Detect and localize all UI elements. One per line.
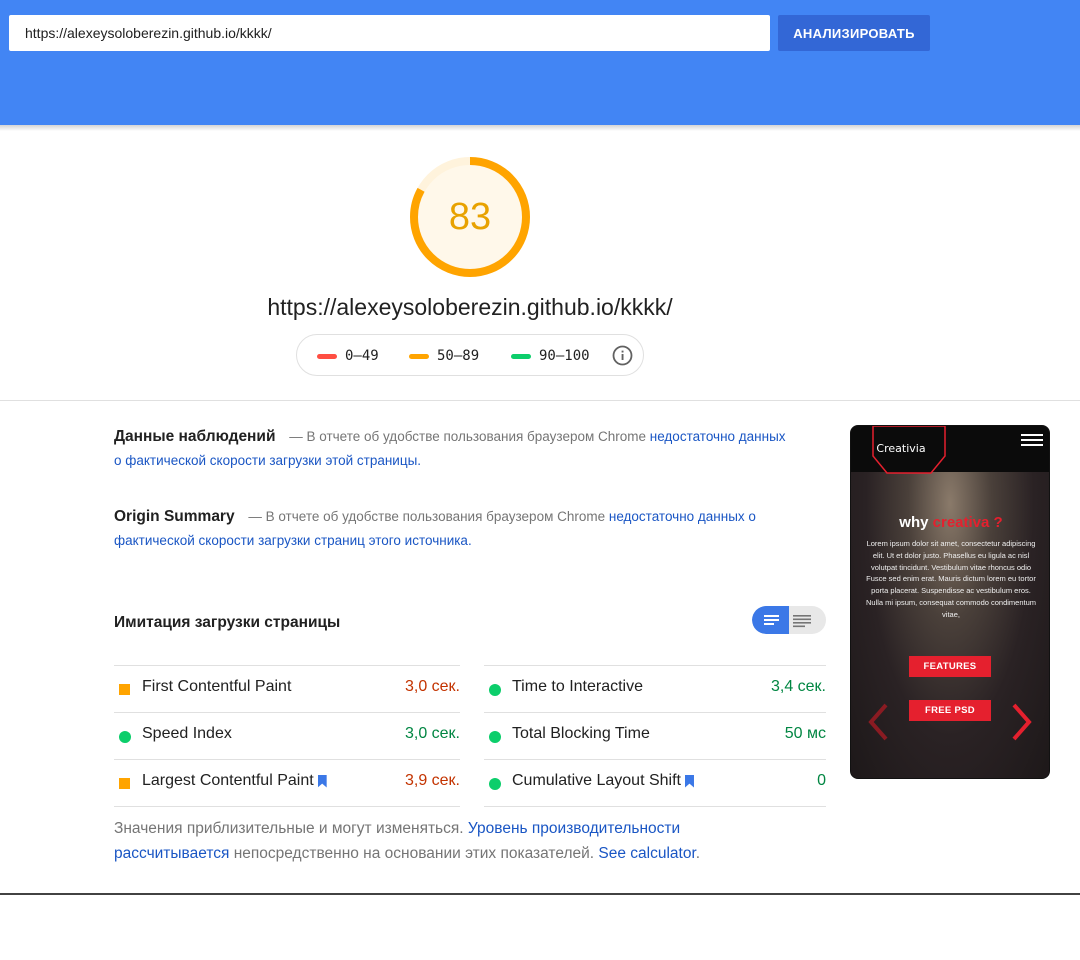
thumbnail-logo: Creativia (876, 442, 926, 455)
detail-view-icon (793, 615, 811, 628)
legend-item-fail: 0–49 (317, 347, 379, 365)
page-screenshot-thumbnail: Creativia why creativa ? Lorem ipsum dol… (850, 425, 1050, 779)
chevron-right-icon (1012, 703, 1032, 741)
detail-view-button[interactable] (789, 606, 826, 634)
metric-value: 3,9 сек. (404, 772, 460, 789)
metric-value: 3,4 сек. (770, 678, 826, 695)
score-legend: 0–49 50–89 90–100 (296, 334, 644, 376)
metric-row: Speed Index 3,0 сек. (114, 713, 460, 760)
thumbnail-heading: why creativa ? (899, 514, 1003, 531)
metric-value: 3,0 сек. (404, 678, 460, 695)
legend-swatch-pass (511, 353, 531, 359)
analyze-button[interactable]: АНАЛИЗИРОВАТЬ (778, 15, 930, 51)
metric-value: 0 (817, 772, 826, 789)
hamburger-menu-icon (1021, 434, 1043, 449)
tested-url: https://alexeysoloberezin.github.io/kkkk… (267, 294, 673, 320)
score-value: 83 (448, 195, 492, 238)
pass-circle-icon (489, 731, 501, 743)
footnote-text: непосредственно на основании этих показа… (229, 844, 599, 862)
footnote-text: Значения приблизительные и могут изменят… (114, 820, 468, 837)
list-view-icon (764, 615, 779, 625)
legend-swatch-average (409, 353, 429, 359)
average-square-icon (119, 778, 130, 789)
bookmark-icon (684, 774, 694, 788)
see-calculator-link[interactable]: See calculator (598, 845, 695, 862)
divider (0, 400, 1080, 401)
bookmark-icon (317, 774, 327, 788)
chevron-left-icon (868, 703, 888, 741)
view-toggle[interactable] (752, 606, 826, 634)
info-icon[interactable] (612, 345, 633, 366)
average-square-icon (119, 684, 130, 695)
metric-row: Cumulative Layout Shift 0 (484, 760, 826, 807)
field-data-text: — В отчете об удобстве пользования брауз… (285, 429, 650, 444)
metrics-column-right: Time to Interactive 3,4 сек. Total Block… (484, 665, 826, 807)
lab-data-title: Имитация загрузки страницы (114, 614, 341, 631)
legend-label: 0–49 (345, 348, 379, 364)
metric-name: First Contentful Paint (142, 678, 292, 695)
thumbnail-free-psd-button: FREE PSD (909, 700, 991, 721)
metric-value: 3,0 сек. (404, 725, 460, 742)
metric-row: Largest Contentful Paint 3,9 сек. (114, 760, 460, 807)
pass-circle-icon (489, 778, 501, 790)
origin-summary-text: — В отчете об удобстве пользования брауз… (244, 509, 609, 524)
metric-name: Total Blocking Time (512, 725, 650, 742)
footnote-text: . (695, 844, 701, 862)
pass-circle-icon (119, 731, 131, 743)
pass-circle-icon (489, 684, 501, 696)
metric-value: 50 мс (784, 725, 826, 742)
legend-item-average: 50–89 (409, 347, 479, 365)
top-bar: АНАЛИЗИРОВАТЬ (0, 0, 1080, 125)
field-data-section: Данные наблюдений — В отчете об удобстве… (114, 425, 794, 473)
metric-name: Largest Contentful Paint (142, 772, 327, 790)
metric-name: Speed Index (142, 725, 232, 742)
origin-summary-title: Origin Summary (114, 508, 235, 525)
origin-summary-section: Origin Summary — В отчете об удобстве по… (114, 505, 794, 553)
section-divider (0, 893, 1080, 895)
legend-item-pass: 90–100 (511, 347, 590, 365)
thumbnail-body-text: Lorem ipsum dolor sit amet, consectetur … (865, 539, 1037, 619)
url-input[interactable] (9, 15, 770, 51)
metrics-column-left: First Contentful Paint 3,0 сек. Speed In… (114, 665, 460, 807)
metrics-footnote: Значения приблизительные и могут изменят… (114, 817, 774, 866)
metric-row: Time to Interactive 3,4 сек. (484, 666, 826, 713)
metric-row: First Contentful Paint 3,0 сек. (114, 666, 460, 713)
legend-label: 90–100 (539, 348, 590, 364)
list-view-button[interactable] (752, 606, 789, 634)
metric-name: Cumulative Layout Shift (512, 772, 694, 790)
thumbnail-features-button: FEATURES (909, 656, 991, 677)
header-shadow (0, 125, 1080, 131)
legend-swatch-fail (317, 353, 337, 359)
legend-label: 50–89 (437, 348, 480, 364)
metric-row: Total Blocking Time 50 мс (484, 713, 826, 760)
field-data-title: Данные наблюдений (114, 428, 276, 445)
metric-name: Time to Interactive (512, 678, 644, 695)
